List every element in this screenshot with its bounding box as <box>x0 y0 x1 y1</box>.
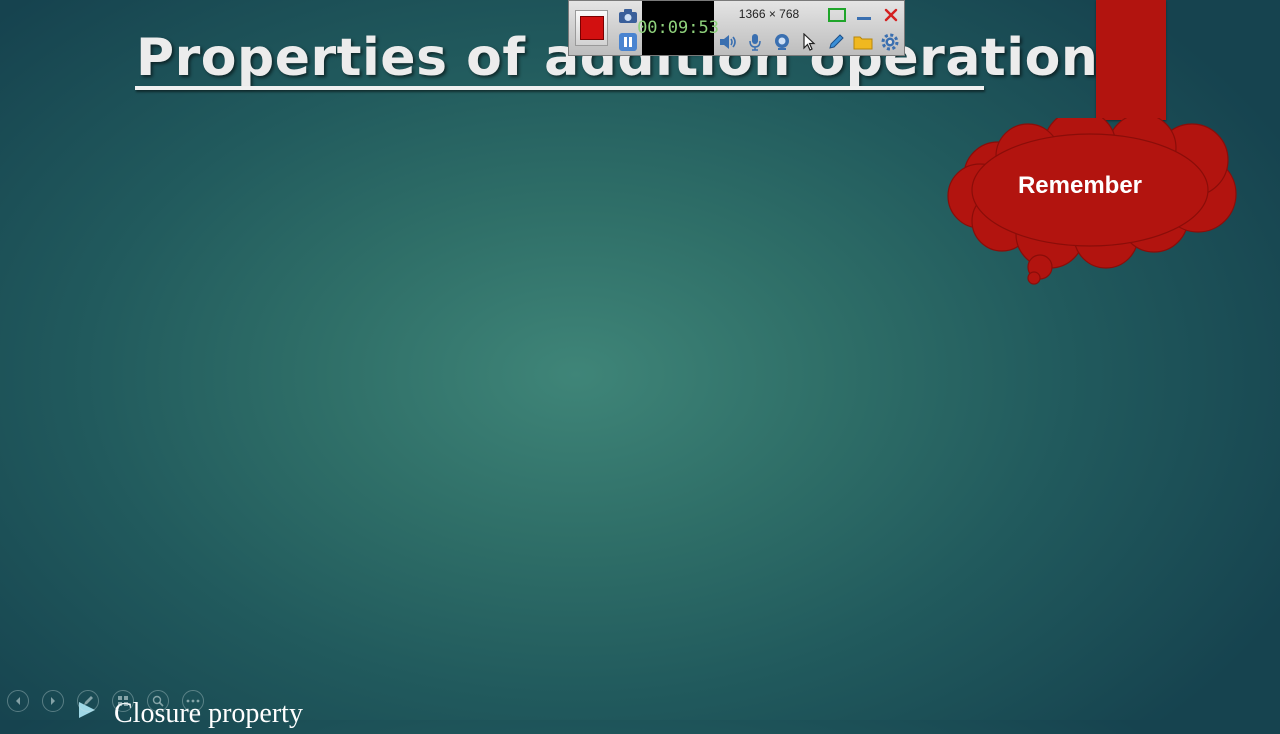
remember-callout: Remember <box>1017 172 1143 199</box>
see-all-slides-button[interactable] <box>112 690 134 712</box>
more-options-button[interactable] <box>182 690 204 712</box>
title-underline <box>135 86 984 90</box>
pen-tool-button[interactable] <box>77 690 99 712</box>
folder-icon <box>853 36 873 50</box>
resolution-label: 1366 × 768 <box>738 7 800 21</box>
slides-grid-icon <box>118 696 128 706</box>
gear-icon <box>881 33 899 51</box>
more-icon <box>186 699 200 703</box>
microphone-icon <box>749 34 761 51</box>
webcam-icon <box>775 34 789 50</box>
cursor-icon <box>803 33 816 51</box>
minimize-icon <box>857 17 871 20</box>
camera-icon <box>619 9 637 23</box>
zoom-button[interactable] <box>147 690 169 712</box>
red-ribbon-shape <box>1096 0 1166 120</box>
settings-button[interactable] <box>878 31 902 53</box>
region-select-button[interactable] <box>825 4 849 26</box>
bullet-closure-property: Closure property <box>114 698 303 729</box>
screen-recorder-toolbar: 00:09:53 1366 × 768 <box>568 0 905 56</box>
thought-cloud-shape <box>947 118 1237 285</box>
recording-timer: 00:09:53 <box>637 1 719 55</box>
pen-icon <box>829 34 844 49</box>
pen-icon <box>84 696 93 705</box>
previous-slide-button[interactable] <box>7 690 29 712</box>
zoom-icon <box>152 695 164 707</box>
close-button[interactable] <box>879 4 903 26</box>
microphone-button[interactable] <box>743 31 767 53</box>
draw-button[interactable] <box>824 31 848 53</box>
cursor-button[interactable] <box>797 31 821 53</box>
minimize-button[interactable] <box>852 4 876 26</box>
next-slide-button[interactable] <box>42 690 64 712</box>
stop-icon <box>579 16 604 40</box>
stop-recording-button[interactable] <box>575 10 608 46</box>
pause-icon <box>619 33 637 51</box>
previous-icon <box>16 697 20 705</box>
rectangle-icon <box>828 8 846 22</box>
open-folder-button[interactable] <box>851 31 875 53</box>
speaker-button[interactable] <box>716 31 740 53</box>
close-icon <box>884 8 898 22</box>
speaker-icon <box>720 35 736 49</box>
next-icon <box>51 697 55 705</box>
webcam-button[interactable] <box>770 31 794 53</box>
